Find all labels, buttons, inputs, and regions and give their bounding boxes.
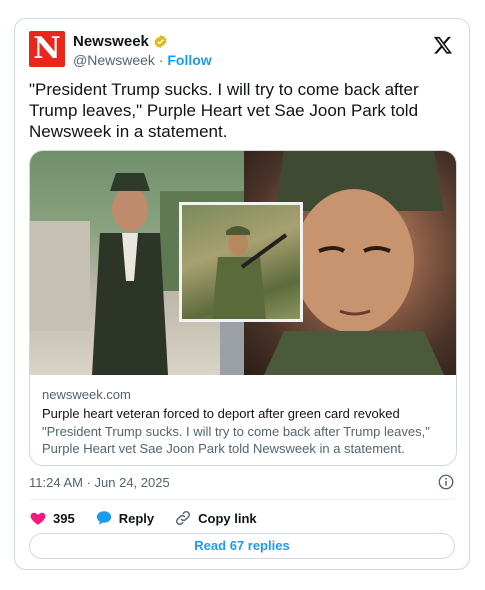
- verified-badge-icon: [154, 34, 167, 49]
- newsweek-logo[interactable]: N: [29, 31, 65, 67]
- reply-button[interactable]: Reply: [95, 509, 154, 527]
- x-logo-icon[interactable]: [433, 35, 453, 55]
- reply-label: Reply: [118, 510, 155, 526]
- read-replies-button[interactable]: Read 67 replies: [29, 533, 455, 559]
- like-count: 395: [53, 510, 75, 526]
- copy-link-button[interactable]: Copy link: [174, 509, 257, 527]
- account-handle[interactable]: @Newsweek: [73, 52, 155, 68]
- tweet-text: "President Trump sucks. I will try to co…: [29, 80, 419, 141]
- link-description: "President Trump sucks. I will try to co…: [42, 424, 430, 456]
- like-button[interactable]: 395: [29, 509, 75, 527]
- info-icon[interactable]: [437, 473, 455, 491]
- article-image[interactable]: [30, 151, 456, 375]
- divider: [29, 499, 455, 500]
- link-card[interactable]: newsweek.com Purple heart veteran forced…: [29, 150, 457, 466]
- heart-icon: [30, 512, 46, 525]
- follow-button[interactable]: Follow: [167, 52, 211, 68]
- soldier-camo-figure: [212, 226, 288, 319]
- action-bar: 395 Reply Copy link: [29, 507, 277, 529]
- reply-bubble-icon: [96, 511, 111, 525]
- soldier-photo-center: [179, 202, 303, 322]
- copy-link-label: Copy link: [198, 510, 257, 526]
- link-icon: [176, 511, 191, 525]
- link-card-info[interactable]: newsweek.com Purple heart veteran forced…: [30, 375, 456, 465]
- account-name[interactable]: Newsweek: [73, 33, 149, 50]
- tweet-header: N Newsweek @Newsweek · Follow: [29, 31, 455, 71]
- handle-separator: ·: [154, 52, 168, 68]
- link-title: Purple heart veteran forced to deport af…: [42, 406, 400, 421]
- handle-row: @Newsweek · Follow: [73, 52, 212, 68]
- tweet-timestamp[interactable]: 11:24 AM · Jun 24, 2025: [29, 475, 170, 490]
- tweet-card: N Newsweek @Newsweek · Follow "President…: [14, 18, 470, 570]
- account-name-row: Newsweek: [73, 33, 168, 50]
- link-domain: newsweek.com: [42, 387, 131, 402]
